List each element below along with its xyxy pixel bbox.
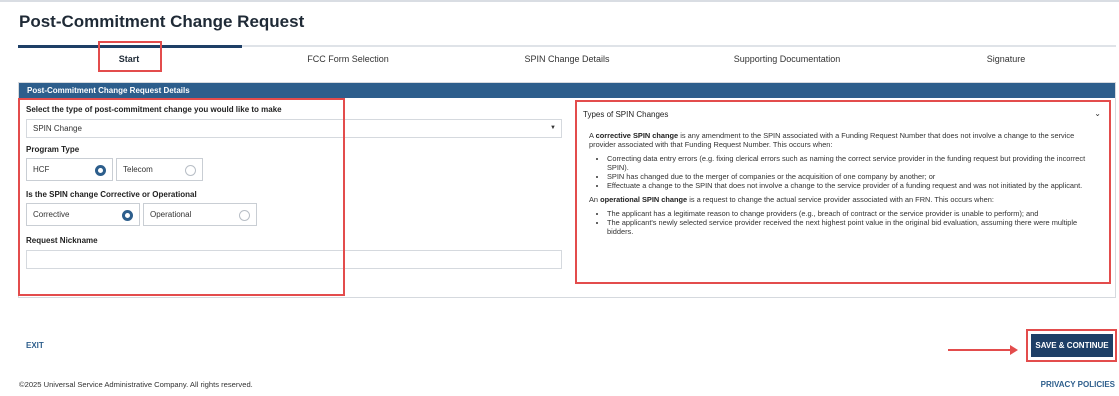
spin-types-info-panel: Types of SPIN Changes ⌄ A corrective SPI… [575,100,1111,284]
corrective-bullets: Correcting data entry errors (e.g. fixin… [607,154,1101,190]
annotation-arrow [948,349,1014,351]
info-panel-body: A corrective SPIN change is any amendmen… [589,131,1101,241]
top-divider [0,0,1119,2]
panel-header: Post-Commitment Change Request Details [19,83,1115,98]
list-item: Effectuate a change to the SPIN that doe… [607,181,1101,190]
operational-description: An operational SPIN change is a request … [589,195,994,204]
chevron-down-icon[interactable]: ⌄ [1094,109,1101,118]
step-supporting-documentation[interactable]: Supporting Documentation [734,54,841,64]
save-continue-button[interactable]: SAVE & CONTINUE [1031,334,1113,357]
operational-bullets: The applicant has a legitimate reason to… [607,209,1101,236]
list-item: The applicant has a legitimate reason to… [607,209,1101,218]
copyright-text: ©2025 Universal Service Administrative C… [19,380,253,389]
list-item: Correcting data entry errors (e.g. fixin… [607,154,1101,172]
step-spin-change-details[interactable]: SPIN Change Details [524,54,609,64]
step-fcc-form-selection[interactable]: FCC Form Selection [307,54,389,64]
annotation-arrow-head [1010,345,1018,355]
step-signature[interactable]: Signature [987,54,1026,64]
chevron-down-icon: ▼ [550,125,556,131]
progress-steps: Start FCC Form Selection SPIN Change Det… [18,45,1116,71]
list-item: SPIN has changed due to the merger of co… [607,172,1101,181]
list-item: The applicant's newly selected service p… [607,218,1101,236]
start-step-highlight [98,41,162,72]
page-title: Post-Commitment Change Request [19,12,305,31]
form-highlight [18,98,345,296]
exit-link[interactable]: EXIT [26,341,44,350]
privacy-policies-link[interactable]: PRIVACY POLICIES [1041,380,1115,389]
corrective-description: A corrective SPIN change is any amendmen… [589,131,1075,149]
info-panel-title: Types of SPIN Changes [583,110,669,119]
